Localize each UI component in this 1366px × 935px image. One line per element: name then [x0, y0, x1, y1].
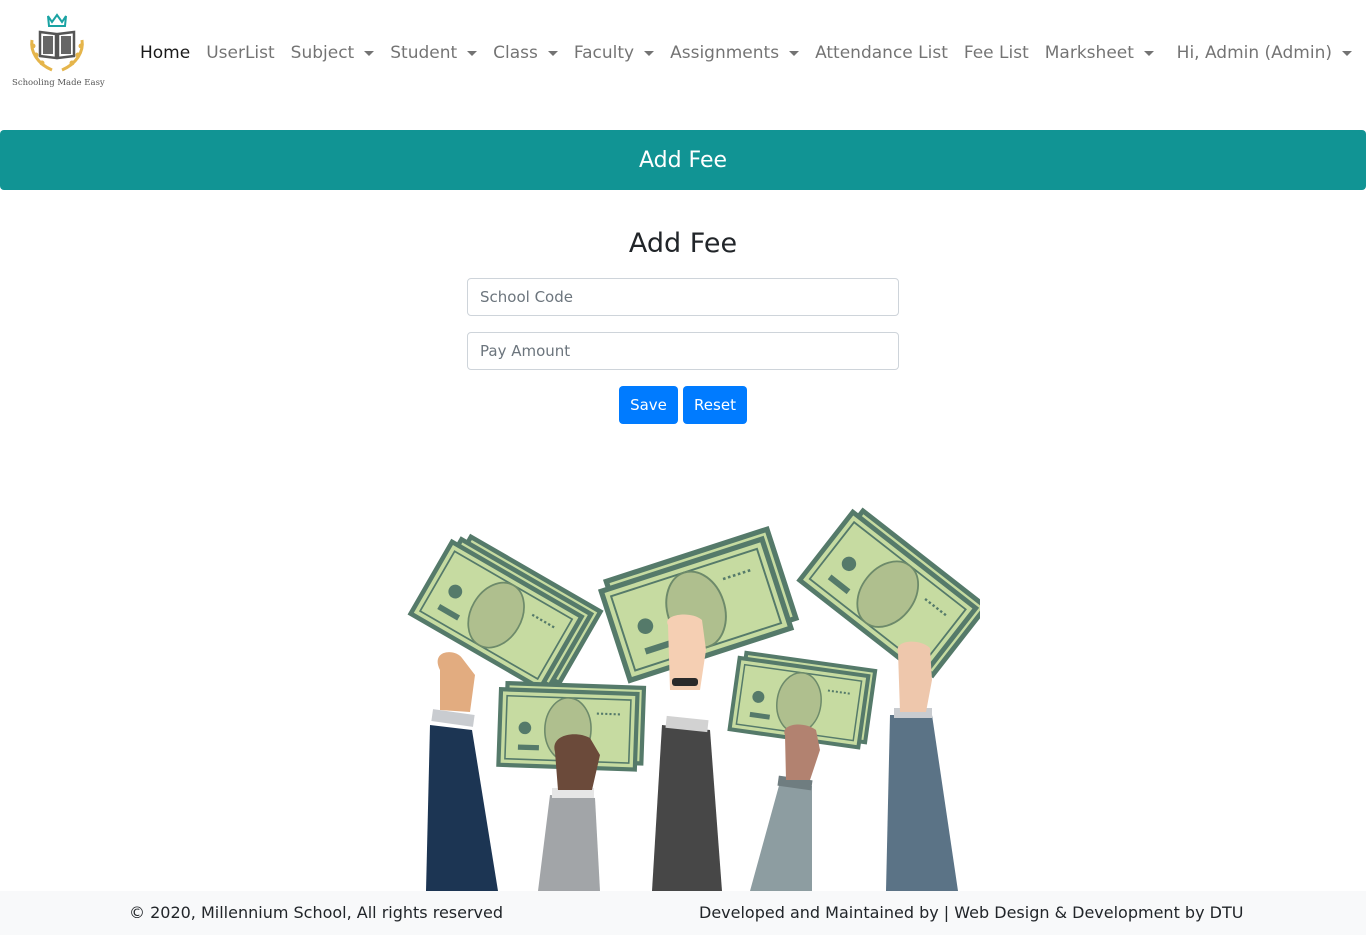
chevron-down-icon [1143, 50, 1154, 56]
footer-credits: Developed and Maintained by | Web Design… [699, 903, 1244, 922]
nav-item-label: Assignments [670, 43, 780, 63]
school-logo[interactable]: Schooling Made Easy [12, 12, 105, 94]
chevron-down-icon [364, 50, 375, 56]
nav-item-home[interactable]: Home [132, 38, 198, 68]
footer: © 2020, Millennium School, All rights re… [0, 891, 1366, 935]
nav-item-fee-list[interactable]: Fee List [956, 38, 1037, 68]
nav-item-class[interactable]: Class [485, 38, 566, 68]
book-crown-icon [30, 13, 84, 72]
nav-item-label: Student [390, 43, 458, 63]
nav-item-label: Fee List [963, 43, 1029, 63]
pay-amount-input[interactable] [467, 332, 899, 370]
nav-item-label: Class [493, 43, 538, 63]
chevron-down-icon [789, 50, 800, 56]
nav-item-label: Attendance List [815, 43, 948, 63]
chevron-down-icon [467, 50, 478, 56]
school-code-input[interactable] [467, 278, 899, 316]
chevron-down-icon [547, 50, 558, 56]
page-banner: Add Fee [0, 130, 1366, 190]
user-menu-dropdown[interactable]: Hi, Admin (Admin) [1177, 38, 1352, 68]
main-nav: Home UserList Subject Student Class Faculty As… [132, 38, 1162, 68]
nav-item-attendance-list[interactable]: Attendance List [807, 38, 956, 68]
form-title: Add Fee [628, 228, 738, 259]
nav-item-student[interactable]: Student [382, 38, 485, 68]
save-button[interactable]: Save [619, 386, 678, 424]
nav-item-label: UserList [206, 43, 275, 63]
nav-item-faculty[interactable]: Faculty [566, 38, 662, 68]
navbar: Schooling Made Easy Home UserList Subject S… [0, 0, 1366, 110]
nav-item-assignments[interactable]: Assignments [662, 38, 807, 68]
nav-item-subject[interactable]: Subject [283, 38, 383, 68]
logo-tagline: Schooling Made Easy [12, 78, 105, 88]
nav-item-label: Marksheet [1044, 43, 1134, 63]
footer-copyright: © 2020, Millennium School, All rights re… [129, 903, 504, 922]
user-greeting: Hi, Admin (Admin) [1176, 43, 1332, 63]
nav-item-label: Faculty [573, 43, 635, 63]
nav-item-userlist[interactable]: UserList [198, 38, 282, 68]
nav-item-label: Home [140, 43, 191, 63]
chevron-down-icon [1342, 50, 1352, 56]
nav-item-label: Subject [290, 43, 355, 63]
banner-title: Add Fee [638, 147, 728, 173]
chevron-down-icon [644, 50, 655, 56]
hands-holding-money-illustration [400, 490, 980, 891]
reset-button[interactable]: Reset [683, 386, 747, 424]
nav-item-marksheet[interactable]: Marksheet [1037, 38, 1162, 68]
